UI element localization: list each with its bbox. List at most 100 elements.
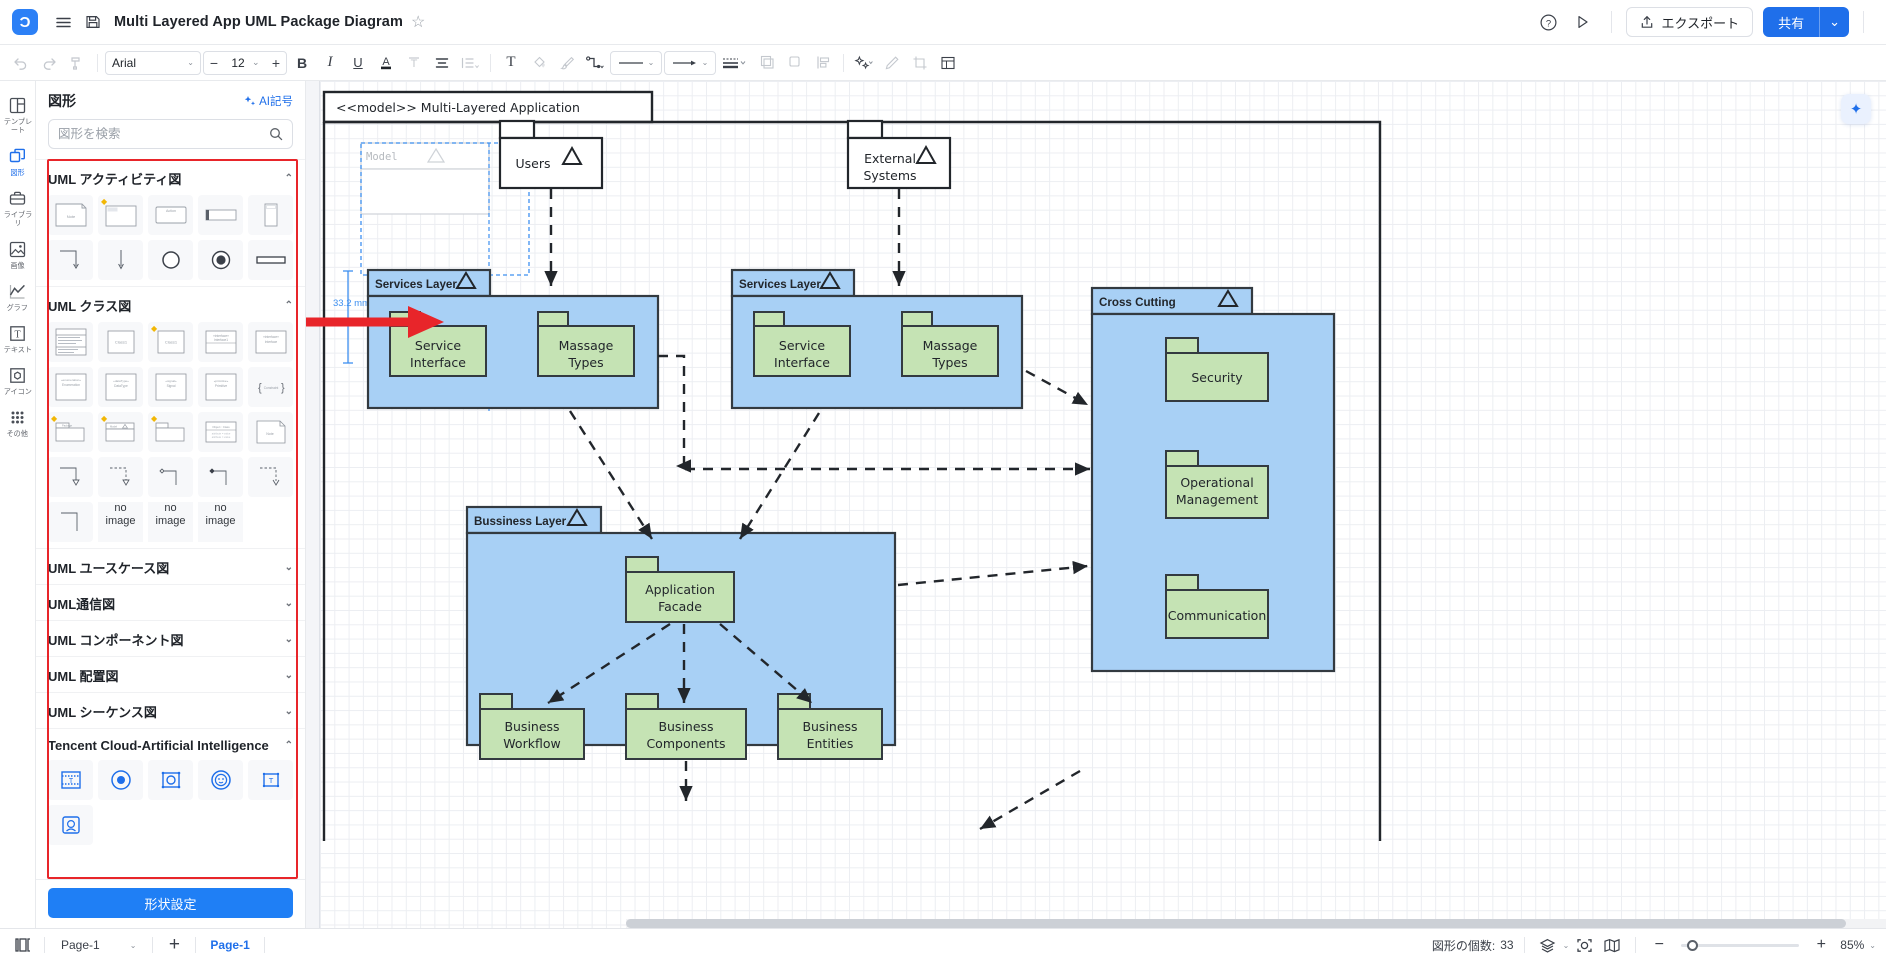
effects-button[interactable] [851,50,877,76]
shape-cell-no-image[interactable]: no image [198,502,243,542]
undo-button[interactable] [8,50,34,76]
share-caret-icon[interactable]: ⌄ [1819,7,1849,37]
add-page-button[interactable]: + [161,932,187,958]
line-weight-button[interactable] [718,50,752,76]
shape-cell[interactable]: ◆ [148,412,193,452]
sidebar-item-image[interactable]: 画像 [0,233,36,273]
shape-cell[interactable] [198,195,243,235]
layers-button[interactable] [1535,932,1561,958]
shapes-scroll-area[interactable]: UML アクティビティ図 ⌃ Note ◆ Action UML クラス図 ⌃ … [36,159,305,879]
shape-cell-no-image[interactable]: no image [98,502,143,542]
main-menu-button[interactable] [48,7,78,37]
fit-to-screen-button[interactable] [1571,932,1597,958]
shape-cell[interactable]: ◆ Class1 [148,322,193,362]
present-button[interactable] [1567,7,1597,37]
shape-cell[interactable]: ◆ [98,195,143,235]
shape-cell-no-image[interactable]: no image [148,502,193,542]
shape-cell[interactable]: Action [148,195,193,235]
section-header-uml-sequence[interactable]: UML シーケンス図 ⌄ [36,692,305,728]
table-button[interactable] [935,50,961,76]
text-box-button[interactable]: T [498,50,524,76]
zoom-level-value[interactable]: 85% [1840,938,1864,952]
chevron-down-icon[interactable]: ⌄ [1869,941,1876,950]
font-color-button[interactable]: A [373,50,399,76]
shape-cell[interactable]: ◆ Package [48,412,93,452]
page-tab-page-1[interactable]: Page-1 [204,938,255,952]
shape-search[interactable] [48,119,293,149]
shape-cell[interactable] [248,240,293,280]
diagram-canvas[interactable]: <<model>> Multi-Layered Application 33.2… [320,81,1886,928]
shape-cell[interactable]: Object : Class attribute = value attribute… [198,412,243,452]
underline-button[interactable]: U [345,50,371,76]
shape-cell[interactable]: «interface» Interface1 [198,322,243,362]
shape-cell[interactable] [198,760,243,800]
save-button[interactable] [78,7,108,37]
shape-cell[interactable]: «interface» Interface [248,322,293,362]
arrow-style-select[interactable]: ⌄ [664,50,716,75]
ai-assistant-button[interactable]: ✦ [1841,94,1871,124]
font-size-increase-button[interactable]: + [266,55,286,71]
shape-cell[interactable] [148,240,193,280]
line-style-select[interactable]: ⌄ [610,50,662,75]
edit-button[interactable] [879,50,905,76]
shape-cell[interactable] [48,805,93,845]
shape-cell[interactable] [98,240,143,280]
shape-cell[interactable]: Note [48,195,93,235]
shape-cell[interactable] [248,195,293,235]
help-button[interactable]: ? [1533,7,1563,37]
shape-cell[interactable] [148,457,193,497]
send-back-button[interactable] [782,50,808,76]
shape-cell[interactable] [148,760,193,800]
bold-button[interactable]: B [289,50,315,76]
brush-button[interactable] [554,50,580,76]
scrollbar-thumb[interactable] [626,919,1846,928]
horizontal-scrollbar[interactable] [626,919,1886,928]
shape-cell[interactable]: «enumeration» Enumeration [48,367,93,407]
page-layout-button[interactable] [10,932,36,958]
sidebar-item-text[interactable]: T テキスト [0,317,36,357]
shape-cell[interactable] [48,457,93,497]
shape-cell[interactable]: «dataType» DataType [98,367,143,407]
section-header-uml-component[interactable]: UML コンポーネント図 ⌄ [36,620,305,656]
crop-button[interactable] [907,50,933,76]
zoom-slider[interactable] [1681,939,1800,951]
uml-package-diagram[interactable]: <<model>> Multi-Layered Application 33.2… [320,81,1886,928]
font-size-stepper[interactable]: − 12 ⌄ + [203,50,287,75]
sidebar-item-icons[interactable]: アイコン [0,359,36,399]
shape-cell[interactable]: «signal» Signal [148,367,193,407]
chevron-down-icon[interactable]: ⌄ [1563,941,1570,950]
italic-button[interactable]: I [317,50,343,76]
favorite-star-icon[interactable]: ☆ [411,12,425,32]
shape-cell[interactable] [248,457,293,497]
sidebar-item-library[interactable]: ライブラリ [0,182,36,231]
section-header-uml-class[interactable]: UML クラス図 ⌃ [36,286,305,322]
ai-symbol-link[interactable]: AI記号 [244,93,293,109]
shape-cell[interactable]: «primitive» Primitive [198,367,243,407]
connector-style-button[interactable] [582,50,608,76]
shape-cell[interactable] [98,457,143,497]
section-header-tencent-cloud-ai[interactable]: Tencent Cloud-Artificial Intelligence ⌃ [36,728,305,760]
page-selector[interactable]: Page-1 ⌄ [53,934,144,956]
shape-cell[interactable] [48,322,93,362]
search-icon[interactable] [269,127,283,141]
shape-cell[interactable]: T [248,760,293,800]
bring-front-button[interactable] [754,50,780,76]
section-header-uml-usecase[interactable]: UML ユースケース図 ⌄ [36,548,305,584]
sidebar-item-templates[interactable]: テンプレート [0,89,36,138]
line-spacing-button[interactable] [457,50,483,76]
share-button[interactable]: 共有 ⌄ [1763,7,1849,37]
shape-cell[interactable] [198,240,243,280]
zoom-in-button[interactable]: + [1808,932,1834,958]
font-size-decrease-button[interactable]: − [204,55,224,71]
sidebar-item-chart[interactable]: グラフ [0,275,36,315]
fill-color-button[interactable] [526,50,552,76]
zoom-slider-knob[interactable] [1687,939,1699,951]
shape-cell[interactable] [48,240,93,280]
shape-cell[interactable] [198,457,243,497]
chevron-down-icon[interactable]: ⌄ [252,57,266,68]
section-header-uml-communication[interactable]: UML通信図 ⌄ [36,584,305,620]
shape-cell[interactable] [98,760,143,800]
strikethrough-button[interactable]: T [401,50,427,76]
font-size-value[interactable]: 12 [224,56,252,70]
text-align-button[interactable] [429,50,455,76]
